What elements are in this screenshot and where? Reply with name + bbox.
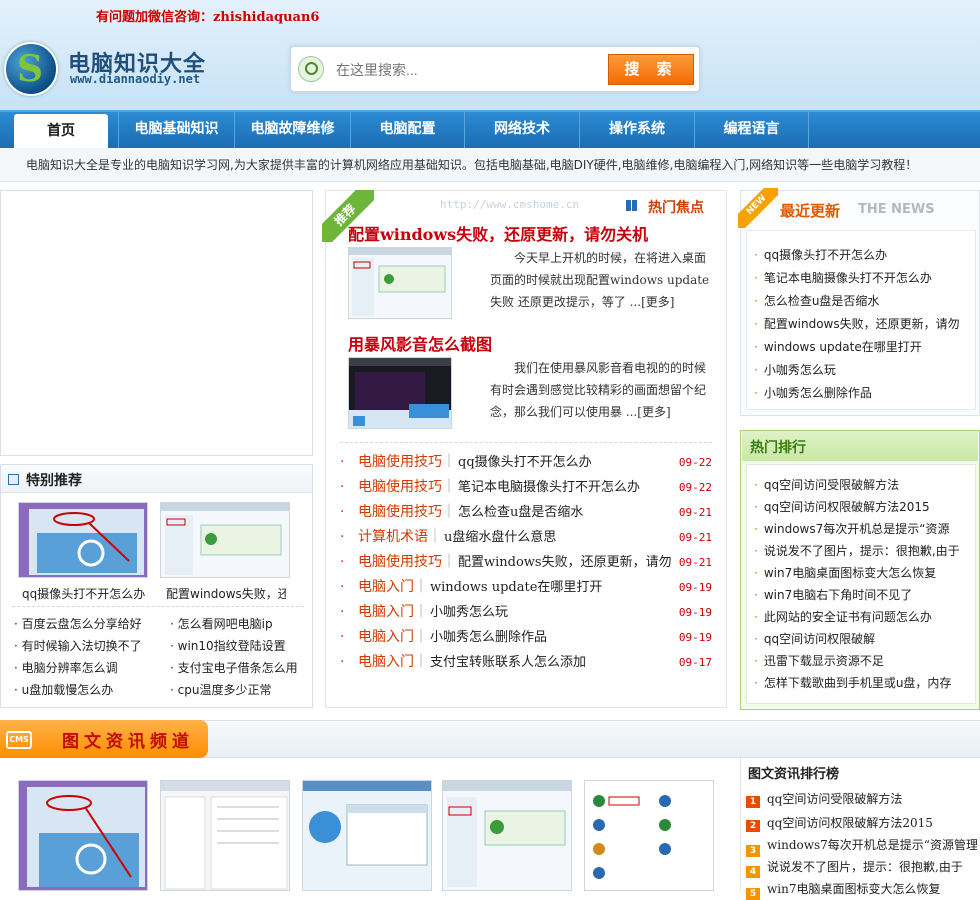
- special-link[interactable]: · 百度云盘怎么分享给好: [14, 615, 142, 632]
- recent-item[interactable]: · qq摄像头打不开怎么办: [754, 246, 974, 263]
- list-item[interactable]: · 电脑使用技巧｜ 怎么检查u盘是否缩水 09-21: [340, 500, 712, 525]
- hot-rank-title: 热门排行: [750, 440, 806, 456]
- special-link[interactable]: · cpu温度多少正常: [170, 681, 271, 698]
- hot-rank-item[interactable]: · 说说发不了图片，提示：很抱歉,由于: [754, 542, 974, 559]
- recent-title: 最近更新: [780, 202, 841, 220]
- feature-thumb-2[interactable]: [348, 357, 452, 429]
- special-link[interactable]: · win10指纹登陆设置: [170, 637, 286, 654]
- nav-item-repair[interactable]: 电脑故障维修: [234, 110, 350, 148]
- list-item[interactable]: · 计算机术语｜ u盘缩水盘什么意思 09-21: [340, 525, 712, 550]
- special-link[interactable]: · 怎么看网吧电脑ip: [170, 615, 273, 632]
- rank-number: 5: [746, 888, 760, 900]
- cms-channel-title[interactable]: 图文资讯频道: [62, 727, 194, 752]
- special-thumb-2[interactable]: [160, 502, 290, 578]
- cms-thumb[interactable]: [160, 780, 290, 891]
- recent-subtitle: THE NEWS: [858, 202, 935, 217]
- file-explorer-thumbnail-icon: [161, 781, 289, 890]
- special-link[interactable]: · u盘加载慢怎么办: [14, 681, 113, 698]
- recent-item[interactable]: · 小咖秀怎么玩: [754, 361, 974, 378]
- hot-rank-item[interactable]: · qq空间访问权限破解: [754, 630, 974, 647]
- cms-rank-item[interactable]: windows7每次开机总是提示“资源管理: [767, 836, 977, 853]
- divider: [340, 442, 712, 443]
- cms-rank-item[interactable]: qq空间访问权限破解方法2015: [767, 814, 933, 831]
- special-caption-2[interactable]: 配置windows失败，还: [166, 585, 286, 602]
- special-link[interactable]: · 支付宝电子借条怎么用: [170, 659, 298, 676]
- feature-thumb-1[interactable]: [348, 247, 452, 319]
- cms-thumb[interactable]: [302, 780, 432, 891]
- nav-item-network[interactable]: 网络技术: [464, 110, 579, 148]
- nav-item-basics[interactable]: 电脑基础知识: [118, 110, 234, 148]
- rank-number: 1: [746, 796, 760, 808]
- feature-title-2[interactable]: 用暴风影音怎么截图: [348, 331, 492, 355]
- hot-rank-item[interactable]: · win7电脑右下角时间不见了: [754, 586, 974, 603]
- divider: [12, 606, 304, 607]
- windows-update-thumbnail-icon: [349, 248, 451, 318]
- rank-number: 4: [746, 866, 760, 878]
- arrow-box-icon: [8, 474, 19, 485]
- site-url: www.diannaodiy.net: [70, 72, 201, 86]
- windows-update-thumbnail-icon: [443, 781, 571, 890]
- nav-item-config[interactable]: 电脑配置: [350, 110, 464, 148]
- hot-rank-item[interactable]: · qq空间访问权限破解方法2015: [754, 498, 974, 515]
- grid-icon: [626, 200, 637, 211]
- site-intro: 电脑知识大全是专业的电脑知识学习网,为大家提供丰富的计算机网络应用基础知识。包括…: [0, 148, 980, 182]
- feature-desc-2: 我们在使用暴风影音看电视的的时候有时会遇到感觉比较精彩的画面想留个纪念，那么我们…: [490, 361, 707, 419]
- cms-thumb[interactable]: [442, 780, 572, 891]
- site-logo-icon[interactable]: S: [4, 42, 58, 96]
- list-item[interactable]: · 电脑入门｜ 小咖秀怎么玩 09-19: [340, 600, 712, 625]
- cms-rank-title: 图文资讯排行榜: [748, 767, 840, 782]
- nav-item-programming[interactable]: 编程语言: [694, 110, 809, 148]
- special-caption-1[interactable]: qq摄像头打不开怎么办: [22, 585, 145, 602]
- windows-update-thumbnail-icon: [161, 503, 289, 577]
- cms-icon: CMS: [6, 731, 32, 749]
- rank-number: 3: [746, 845, 760, 857]
- list-item[interactable]: · 电脑入门｜ 支付宝转账联系人怎么添加 09-17: [340, 650, 712, 675]
- special-link[interactable]: · 电脑分辨率怎么调: [14, 659, 118, 676]
- hot-rank-item[interactable]: · 怎样下载歌曲到手机里或u盘，内存: [754, 674, 974, 691]
- cms-thumb[interactable]: [18, 780, 148, 891]
- recent-item[interactable]: · 怎么检查u盘是否缩水: [754, 292, 974, 309]
- search-icon: [298, 56, 324, 82]
- hot-rank-item[interactable]: · 迅雷下载显示资源不足: [754, 652, 974, 669]
- search-input[interactable]: [330, 55, 606, 85]
- control-panel-thumbnail-icon: [585, 781, 713, 890]
- list-item[interactable]: · 电脑入门｜ 小咖秀怎么删除作品 09-19: [340, 625, 712, 650]
- watermark: http://www.cmshome.cn: [440, 198, 580, 211]
- recent-item[interactable]: · 配置windows失败，还原更新，请勿: [754, 315, 974, 332]
- recent-item[interactable]: · windows update在哪里打开: [754, 338, 974, 355]
- list-item[interactable]: · 电脑入门｜ windows update在哪里打开 09-19: [340, 575, 712, 600]
- hot-rank-item[interactable]: · 此网站的安全证书有问题怎么办: [754, 608, 974, 625]
- qq-camera-thumbnail-icon: [19, 503, 147, 577]
- feature-desc-1: 今天早上开机的时候，在将进入桌面页面的时候就出现配置windows update…: [490, 251, 710, 309]
- special-link[interactable]: · 有时候输入法切换不了: [14, 637, 142, 654]
- list-item[interactable]: · 电脑使用技巧｜ 配置windows失败，还原更新，请勿 09-21: [340, 550, 712, 575]
- rank-number: 2: [746, 820, 760, 832]
- new-ribbon: NEW: [738, 188, 778, 228]
- nav-item-os[interactable]: 操作系统: [579, 110, 694, 148]
- recent-item[interactable]: · 小咖秀怎么删除作品: [754, 384, 974, 401]
- list-item[interactable]: · 电脑使用技巧｜ qq摄像头打不开怎么办 09-22: [340, 450, 712, 475]
- list-item[interactable]: · 电脑使用技巧｜ 笔记本电脑摄像头打不开怎么办 09-22: [340, 475, 712, 500]
- special-thumb-1[interactable]: [18, 502, 148, 578]
- dialog-thumbnail-icon: [303, 781, 431, 890]
- hot-rank-item[interactable]: · win7电脑桌面图标变大怎么恢复: [754, 564, 974, 581]
- feature-title-1[interactable]: 配置windows失败，还原更新，请勿关机: [348, 221, 648, 245]
- cms-thumb[interactable]: [584, 780, 714, 891]
- cms-rank-item[interactable]: 说说发不了图片，提示：很抱歉,由于: [767, 858, 977, 875]
- hot-rank-item[interactable]: · windows7每次开机总是提示“资源: [754, 520, 974, 537]
- special-title: 特别推荐: [26, 473, 82, 489]
- nav-item-home[interactable]: 首页: [14, 114, 108, 148]
- video-player-thumbnail-icon: [349, 358, 451, 428]
- search-button[interactable]: 搜 索: [608, 54, 694, 85]
- recent-item[interactable]: · 笔记本电脑摄像头打不开怎么办: [754, 269, 974, 286]
- cms-rank-item[interactable]: qq空间访问受限破解方法: [767, 790, 902, 807]
- cms-rank-item[interactable]: win7电脑桌面图标变大怎么恢复: [767, 880, 977, 897]
- ad-slot: [0, 190, 313, 456]
- hot-rank-item[interactable]: · qq空间访问受限破解方法: [754, 476, 974, 493]
- hot-focus-label: 热门焦点: [648, 200, 704, 216]
- top-notice: 有问题加微信咨询：zhishidaquan6: [96, 10, 320, 25]
- qq-camera-thumbnail-icon: [19, 781, 147, 890]
